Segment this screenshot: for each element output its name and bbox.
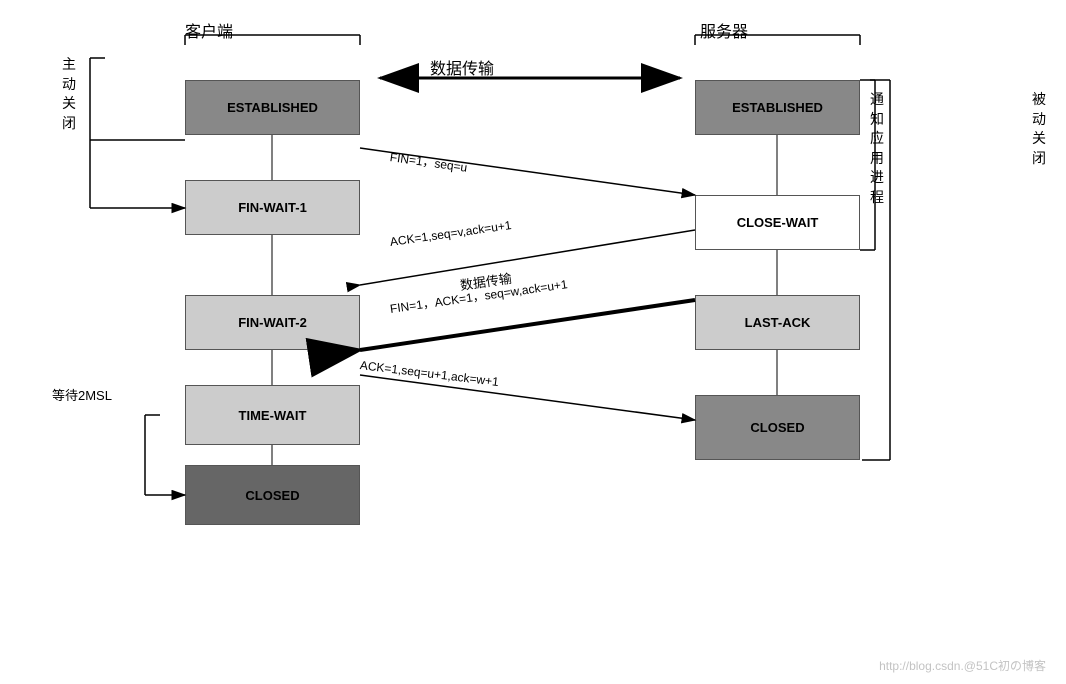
client-established: ESTABLISHED	[185, 80, 360, 135]
msg4-label: ACK=1,seq=u+1,ack=w+1	[359, 358, 499, 389]
server-last-ack: LAST-ACK	[695, 295, 860, 350]
client-header: 客户端	[185, 18, 233, 42]
client-time-wait: TIME-WAIT	[185, 385, 360, 445]
active-close-label: 主动关闭	[62, 55, 76, 133]
passive-close-label: 被动关闭	[1032, 90, 1046, 168]
notify-label: 通知应用进程	[870, 90, 884, 208]
wait2msl-label: 等待2MSL	[52, 385, 112, 404]
server-header: 服务器	[700, 18, 748, 42]
diagram-container: 客户端 服务器 数据传输 主动关闭 被动关闭 通知应用进程 等待2MSL EST…	[0, 0, 1066, 684]
msg2-label: ACK=1,seq=v,ack=u+1	[389, 218, 512, 249]
data-transfer-top-label: 数据传输	[430, 55, 494, 79]
client-fin-wait-1: FIN-WAIT-1	[185, 180, 360, 235]
server-established: ESTABLISHED	[695, 80, 860, 135]
arrows-svg	[0, 0, 1066, 684]
client-fin-wait-2: FIN-WAIT-2	[185, 295, 360, 350]
msg1-label: FIN=1，seq=u	[389, 148, 469, 176]
watermark: http://blog.csdn.@51C初の博客	[879, 657, 1046, 674]
server-close-wait: CLOSE-WAIT	[695, 195, 860, 250]
client-closed: CLOSED	[185, 465, 360, 525]
server-closed: CLOSED	[695, 395, 860, 460]
